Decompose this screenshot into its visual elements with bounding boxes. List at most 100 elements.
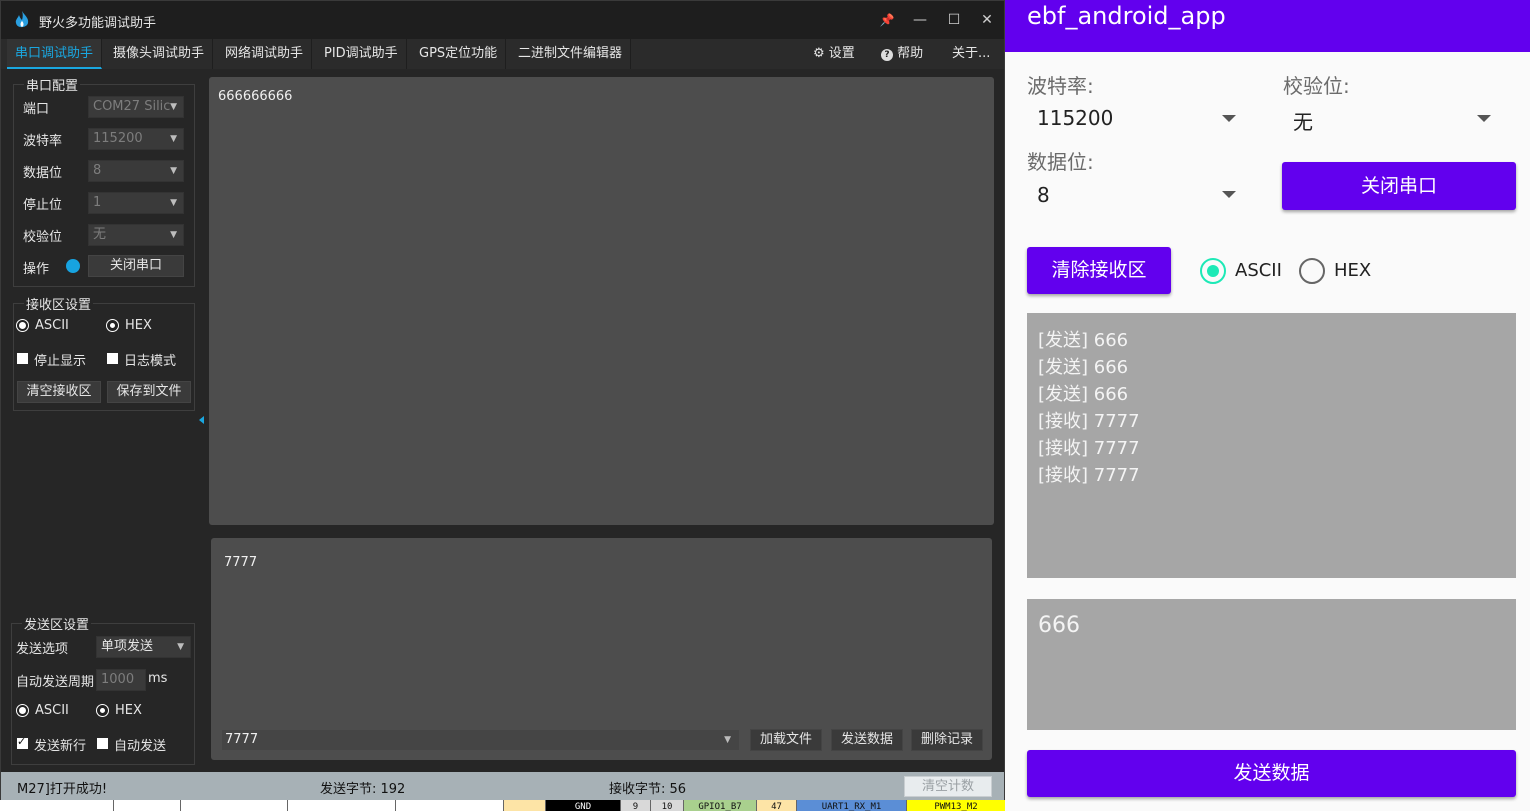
tab-bar: 串口调试助手 摄像头调试助手 网络调试助手 PID调试助手 GPS定位功能 二进…: [1, 39, 1004, 69]
ascii-radio[interactable]: [1200, 258, 1226, 284]
recv-hex-label: HEX: [125, 318, 152, 333]
tab-pid[interactable]: PID调试助手: [316, 39, 407, 69]
parity-select[interactable]: 无 ▼: [88, 224, 184, 246]
about-button[interactable]: 关于...: [952, 39, 990, 69]
maximize-icon[interactable]: ☐: [942, 9, 966, 31]
send-newline-label: 发送新行: [34, 739, 87, 754]
send-ascii-radio[interactable]: [17, 705, 28, 716]
strip-cell: [395, 800, 503, 811]
send-area[interactable]: 7777 7777 ▼ 加载文件 发送数据 删除记录: [211, 538, 992, 760]
parity-label: 校验位:: [1283, 74, 1350, 98]
strip-cell: [503, 800, 545, 811]
tab-camera[interactable]: 摄像头调试助手: [105, 39, 214, 69]
send-input-text: 666: [1038, 613, 1080, 638]
tab-network[interactable]: 网络调试助手: [217, 39, 313, 69]
dropdown-arrow-icon[interactable]: [1477, 115, 1491, 122]
send-newline-checkbox[interactable]: [17, 735, 28, 749]
minimize-icon[interactable]: —: [908, 9, 932, 31]
recv-line: [发送] 666: [1038, 330, 1129, 351]
hex-radio[interactable]: [1299, 258, 1325, 284]
databits-label: 数据位:: [1027, 150, 1094, 174]
help-button[interactable]: ? 帮助: [881, 39, 923, 69]
strip-cell-gpio: GPIO1_B7: [683, 800, 756, 811]
clear-recv-button[interactable]: 清除接收区: [1027, 247, 1171, 294]
baud-label: 波特率: [23, 134, 63, 149]
stopbits-select[interactable]: 1 ▼: [88, 192, 184, 214]
send-data-button[interactable]: 发送数据: [1027, 750, 1516, 797]
recv-line: [发送] 666: [1038, 384, 1129, 405]
receive-area[interactable]: [发送] 666 [发送] 666 [发送] 666 [接收] 7777 [接收…: [1027, 313, 1516, 578]
chevron-down-icon: ▼: [170, 166, 177, 176]
log-mode-checkbox[interactable]: [107, 353, 118, 364]
dropdown-arrow-icon[interactable]: [1222, 115, 1236, 122]
send-hex-radio[interactable]: [97, 705, 108, 716]
recv-hex-radio[interactable]: [107, 320, 118, 331]
auto-period-input[interactable]: 1000: [96, 669, 146, 691]
group-title: 接收区设置: [24, 294, 94, 313]
recv-ascii-label: ASCII: [35, 318, 69, 333]
save-to-file-button[interactable]: 保存到文件: [107, 381, 191, 403]
databits-select[interactable]: 8: [1037, 183, 1050, 207]
stopbits-label: 停止位: [23, 198, 63, 213]
tab-serial[interactable]: 串口调试助手: [7, 39, 103, 69]
status-bar: M27]打开成功! 发送字节: 192 接收字节: 56 清空计数: [1, 772, 1004, 801]
databits-label: 数据位: [23, 166, 63, 181]
close-port-button[interactable]: 关闭串口: [1282, 162, 1516, 210]
send-ascii-label: ASCII: [35, 703, 69, 718]
send-text: 7777: [224, 555, 258, 570]
strip-cell: [180, 800, 287, 811]
baud-select[interactable]: 115200: [1037, 106, 1113, 130]
tab-gps[interactable]: GPS定位功能: [411, 39, 507, 69]
port-select[interactable]: COM27 Silic ▼: [88, 96, 184, 118]
dropdown-arrow-icon[interactable]: [1222, 191, 1236, 198]
send-history-select[interactable]: 7777 ▼: [222, 730, 739, 750]
auto-send-label: 自动发送: [114, 739, 167, 754]
auto-send-checkbox[interactable]: [97, 738, 108, 749]
recv-line: [接收] 7777: [1038, 465, 1140, 486]
chevron-down-icon: ▼: [170, 198, 177, 208]
stop-display-checkbox[interactable]: [17, 353, 28, 364]
collapse-handle-icon[interactable]: [199, 416, 204, 424]
baud-select[interactable]: 115200 ▼: [88, 128, 184, 150]
clear-recv-button[interactable]: 清空接收区: [17, 381, 101, 403]
recv-ascii-radio[interactable]: [17, 320, 28, 331]
send-option-select[interactable]: 单项发送 ▼: [96, 636, 191, 658]
period-unit: ms: [148, 671, 168, 686]
debug-assistant-window: 野火多功能调试助手 📌 — ☐ ✕ 串口调试助手 摄像头调试助手 网络调试助手 …: [0, 0, 1005, 801]
help-icon: ?: [881, 49, 893, 61]
send-input[interactable]: 666: [1027, 599, 1516, 730]
background-pin-strip: GND 9 10 GPIO1_B7 47 UART1_RX_M1 PWM13_M…: [0, 800, 1005, 811]
close-icon[interactable]: ✕: [975, 9, 999, 31]
parity-select[interactable]: 无: [1293, 106, 1313, 135]
close-port-button[interactable]: 关闭串口: [88, 255, 184, 277]
load-file-button[interactable]: 加载文件: [750, 729, 822, 751]
recv-line: [发送] 666: [1038, 357, 1129, 378]
operation-label: 操作: [23, 262, 50, 277]
settings-button[interactable]: ⚙ 设置: [813, 39, 855, 69]
port-status-indicator: [66, 259, 80, 273]
chevron-down-icon: ▼: [177, 642, 184, 652]
chevron-down-icon: ▼: [724, 735, 731, 745]
tab-binary-editor[interactable]: 二进制文件编辑器: [510, 39, 632, 69]
group-title: 发送区设置: [22, 614, 92, 633]
pin-icon[interactable]: 📌: [875, 9, 899, 31]
receive-area[interactable]: 666666666: [209, 77, 994, 525]
clear-count-button[interactable]: 清空计数: [904, 776, 992, 797]
send-hex-label: HEX: [115, 703, 142, 718]
recv-line: [接收] 7777: [1038, 411, 1140, 432]
databits-select[interactable]: 8 ▼: [88, 160, 184, 182]
app-bar: ebf_android_app: [1005, 0, 1530, 52]
delete-history-button[interactable]: 删除记录: [911, 729, 983, 751]
strip-cell-9: 9: [620, 800, 650, 811]
hex-label: HEX: [1334, 260, 1372, 281]
strip-cell: [287, 800, 395, 811]
auto-period-label: 自动发送周期: [16, 675, 95, 690]
stop-display-label: 停止显示: [34, 354, 87, 369]
baud-label: 波特率:: [1027, 74, 1094, 98]
strip-cell: [113, 800, 180, 811]
app-title: ebf_android_app: [1027, 2, 1226, 30]
send-data-button[interactable]: 发送数据: [831, 729, 903, 751]
sent-bytes: 发送字节: 192: [320, 782, 406, 797]
window-title: 野火多功能调试助手: [39, 16, 157, 31]
send-option-label: 发送选项: [16, 642, 69, 657]
